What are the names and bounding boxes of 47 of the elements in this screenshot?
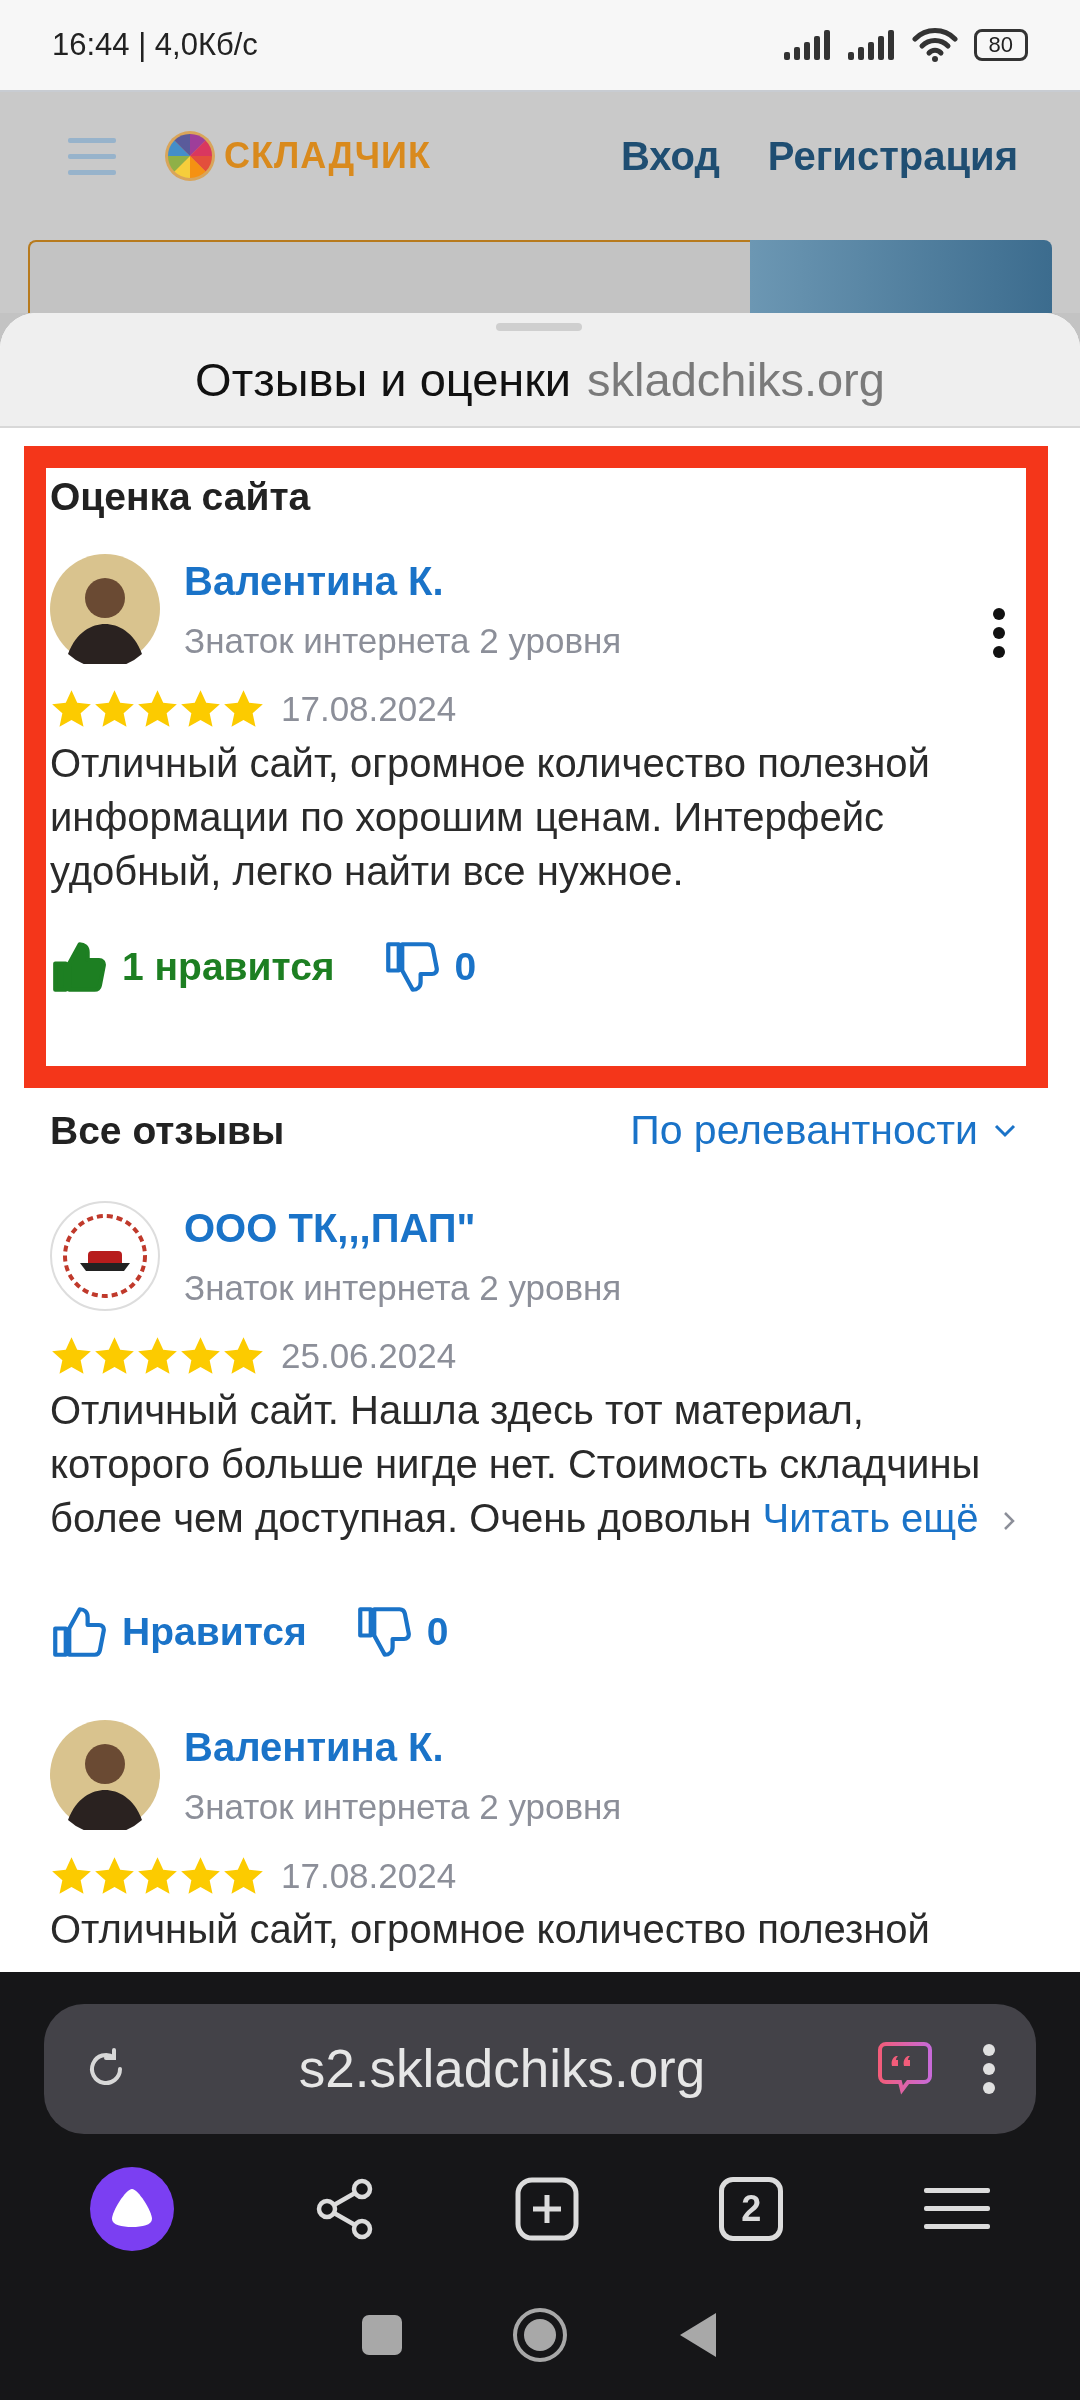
review-date: 17.08.2024	[281, 1854, 457, 1897]
search-field[interactable]	[28, 240, 750, 313]
review-text: Отличный сайт. Нашла здесь тот материал, которого больше нигде нет. Стоимость складчины более чем доступная. Очень довольн Читать ещё	[50, 1382, 1020, 1545]
dislikes-count[interactable]: 0	[454, 937, 477, 996]
battery-level: 80	[973, 29, 1028, 61]
wifi-icon	[911, 28, 958, 62]
author-name[interactable]: ООО ТК,,,ПАП"	[184, 1197, 1040, 1258]
share-icon[interactable]	[314, 2177, 375, 2241]
review-text: Отличный сайт, огромное количество полезной	[50, 1906, 931, 1953]
drag-handle[interactable]	[496, 323, 582, 331]
author-name[interactable]: Валентина К.	[184, 550, 968, 611]
header-link[interactable]: Вход	[620, 126, 720, 186]
menu-icon[interactable]	[923, 2186, 990, 2232]
avatar-icon	[50, 1720, 160, 1831]
review-date: 25.06.2024	[281, 1335, 457, 1377]
avatar-icon	[50, 553, 160, 664]
likes-label[interactable]: Нравится	[122, 1602, 307, 1661]
logo-icon	[164, 130, 216, 182]
logo-text: СКЛАДЧИК	[224, 134, 431, 178]
chevron-down-icon	[994, 1123, 1016, 1138]
signal-icon	[783, 30, 832, 60]
assistant-icon[interactable]	[90, 2167, 175, 2251]
company-logo-icon	[50, 1200, 160, 1311]
back-icon[interactable]	[678, 2311, 718, 2359]
more-icon[interactable]	[982, 2041, 996, 2097]
home-icon[interactable]	[512, 2307, 568, 2363]
read-more-link[interactable]: Читать ещё	[762, 1495, 1017, 1540]
status-time: 16:44 | 4,0Кб/с	[52, 25, 258, 64]
sort-dropdown[interactable]: По релевантности	[630, 1100, 1016, 1162]
author-rank: Знаток интернета 2 уровня	[184, 619, 623, 662]
header-link[interactable]: Регистрация	[767, 126, 1018, 186]
recents-icon[interactable]	[362, 2315, 402, 2355]
likes-label[interactable]: 1 нравится	[122, 937, 335, 996]
author-name[interactable]: Валентина К.	[184, 1717, 1040, 1777]
section-heading: Все отзывы	[50, 1107, 285, 1154]
section-heading: Оценка сайта	[50, 474, 312, 520]
new-tab-icon[interactable]	[514, 2177, 579, 2241]
sheet-title: Отзывы и оценки	[195, 352, 572, 409]
sheet-domain: skladchiks.org	[587, 352, 885, 409]
chevron-right-icon	[1002, 1509, 1017, 1532]
author-rank: Знаток интернета 2 уровня	[184, 1786, 623, 1828]
review-date: 17.08.2024	[281, 688, 457, 730]
author-rank: Знаток интернета 2 уровня	[184, 1266, 623, 1309]
review-text: Отличный сайт, огромное количество полезной информации по хорошим ценам. Интерфейс удобный, легко найти все нужное.	[50, 739, 931, 895]
tabs-count-button[interactable]: 2	[719, 2177, 784, 2241]
signal-icon	[847, 30, 896, 60]
dislikes-count[interactable]: 0	[426, 1602, 449, 1661]
